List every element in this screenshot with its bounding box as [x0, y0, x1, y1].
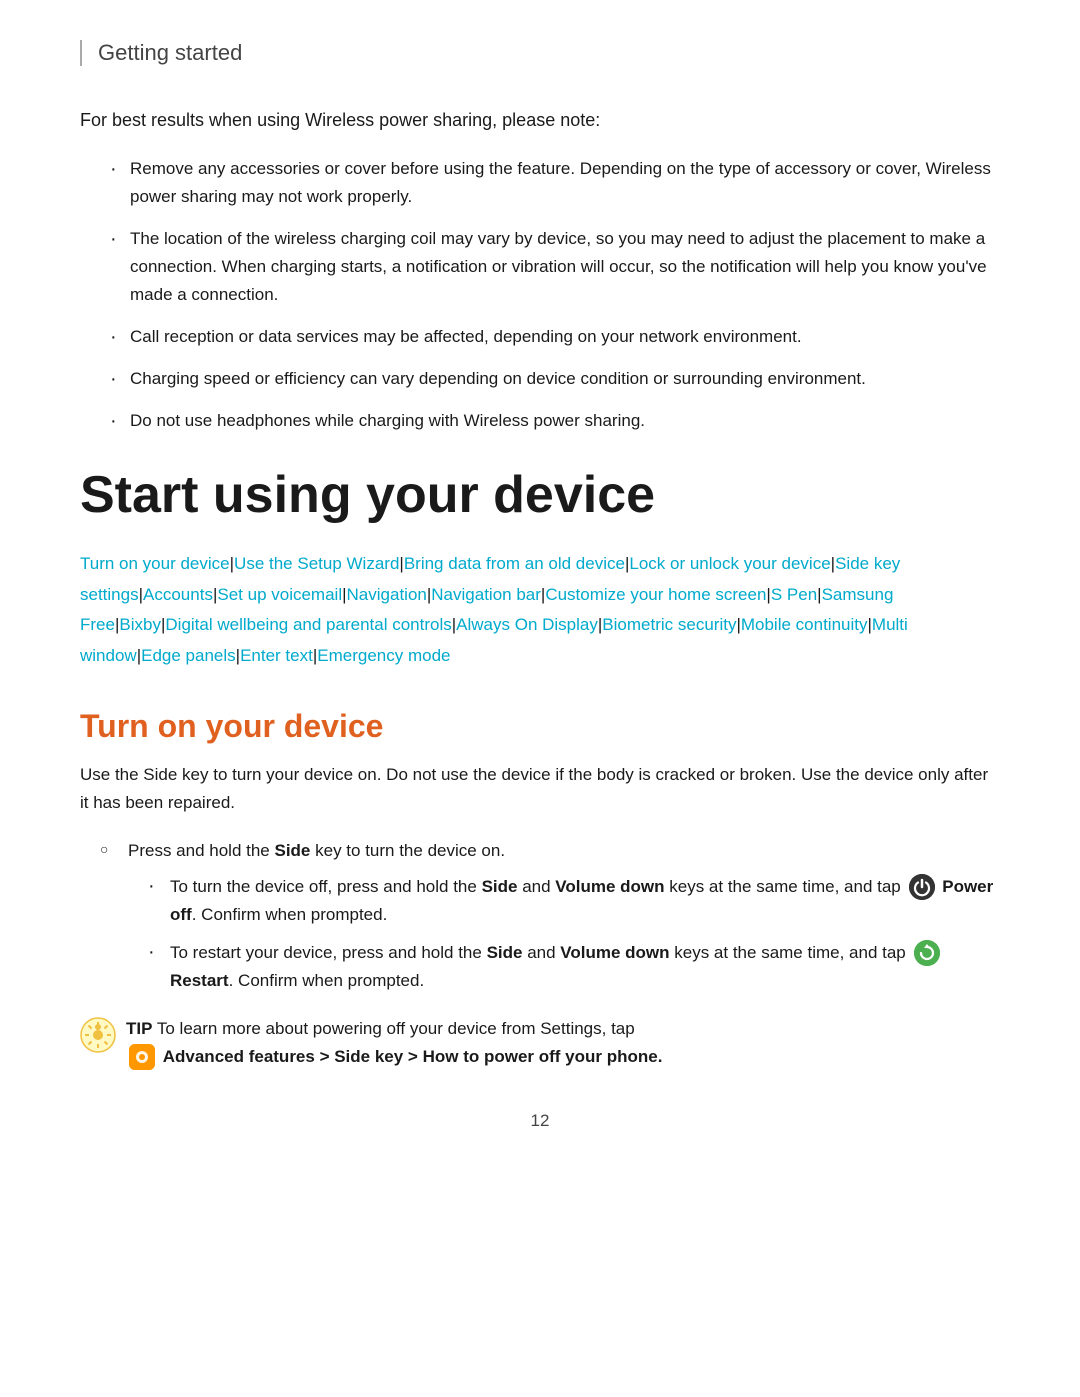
- tip-text: To learn more about powering off your de…: [157, 1019, 635, 1038]
- toc-link-lock-unlock[interactable]: Lock or unlock your device: [629, 554, 830, 573]
- sub-list-item-restart: To restart your device, press and hold t…: [148, 939, 1000, 995]
- toc-link-bring-data[interactable]: Bring data from an old device: [404, 554, 625, 573]
- bold-volume-down-2: Volume down: [560, 943, 669, 962]
- toc-link-biometric[interactable]: Biometric security: [602, 615, 736, 634]
- tip-advanced-text: Advanced features > Side key > How to po…: [163, 1047, 663, 1066]
- bold-side-2: Side: [482, 877, 518, 896]
- sub-steps-list: To turn the device off, press and hold t…: [148, 873, 1000, 995]
- toc-link-navigation[interactable]: Navigation: [347, 585, 427, 604]
- page-header: Getting started: [80, 40, 1000, 66]
- tip-box: TIP To learn more about powering off you…: [80, 1015, 1000, 1071]
- bold-volume-down: Volume down: [555, 877, 664, 896]
- sub-list-item-power-off: To turn the device off, press and hold t…: [148, 873, 1000, 929]
- toc-link-enter-text[interactable]: Enter text: [240, 646, 313, 665]
- toc-link-home-screen[interactable]: Customize your home screen: [545, 585, 766, 604]
- toc-link-spen[interactable]: S Pen: [771, 585, 817, 604]
- circle-list-item: Press and hold the Side key to turn the …: [100, 837, 1000, 995]
- subsection-title: Turn on your device: [80, 708, 1000, 745]
- toc-link-turn-on[interactable]: Turn on your device: [80, 554, 230, 573]
- section-title: Start using your device: [80, 465, 1000, 525]
- page-number: 12: [80, 1111, 1000, 1131]
- header-title: Getting started: [98, 40, 242, 65]
- toc-link-bixby[interactable]: Bixby: [119, 615, 161, 634]
- toc-link-accounts[interactable]: Accounts: [143, 585, 213, 604]
- tip-label: TIP: [126, 1019, 152, 1038]
- toc-link-digital-wellbeing[interactable]: Digital wellbeing and parental controls: [165, 615, 451, 634]
- toc-link-edge-panels[interactable]: Edge panels: [141, 646, 236, 665]
- toc-link-setup-wizard[interactable]: Use the Setup Wizard: [234, 554, 399, 573]
- notes-list: Remove any accessories or cover before u…: [110, 155, 1000, 435]
- list-item: Do not use headphones while charging wit…: [110, 407, 1000, 435]
- list-item: Remove any accessories or cover before u…: [110, 155, 1000, 211]
- list-item: Charging speed or efficiency can vary de…: [110, 365, 1000, 393]
- power-off-icon: [909, 874, 935, 900]
- steps-list: Press and hold the Side key to turn the …: [100, 837, 1000, 995]
- tip-icon: [80, 1017, 116, 1053]
- subsection-body: Use the Side key to turn your device on.…: [80, 761, 1000, 817]
- restart-icon: [914, 940, 940, 966]
- list-item: Call reception or data services may be a…: [110, 323, 1000, 351]
- toc-link-mobile-continuity[interactable]: Mobile continuity: [741, 615, 868, 634]
- toc-links: Turn on your device|Use the Setup Wizard…: [80, 549, 1000, 671]
- tip-content: TIP To learn more about powering off you…: [126, 1015, 662, 1071]
- toc-link-emergency[interactable]: Emergency mode: [317, 646, 450, 665]
- toc-link-nav-bar[interactable]: Navigation bar: [431, 585, 541, 604]
- toc-link-voicemail[interactable]: Set up voicemail: [217, 585, 342, 604]
- intro-paragraph: For best results when using Wireless pow…: [80, 106, 1000, 135]
- toc-link-always-on[interactable]: Always On Display: [456, 615, 598, 634]
- restart-label: Restart: [170, 971, 229, 990]
- list-item: The location of the wireless charging co…: [110, 225, 1000, 309]
- bold-side: Side: [274, 841, 310, 860]
- advanced-features-icon: [129, 1044, 155, 1070]
- bold-side-3: Side: [487, 943, 523, 962]
